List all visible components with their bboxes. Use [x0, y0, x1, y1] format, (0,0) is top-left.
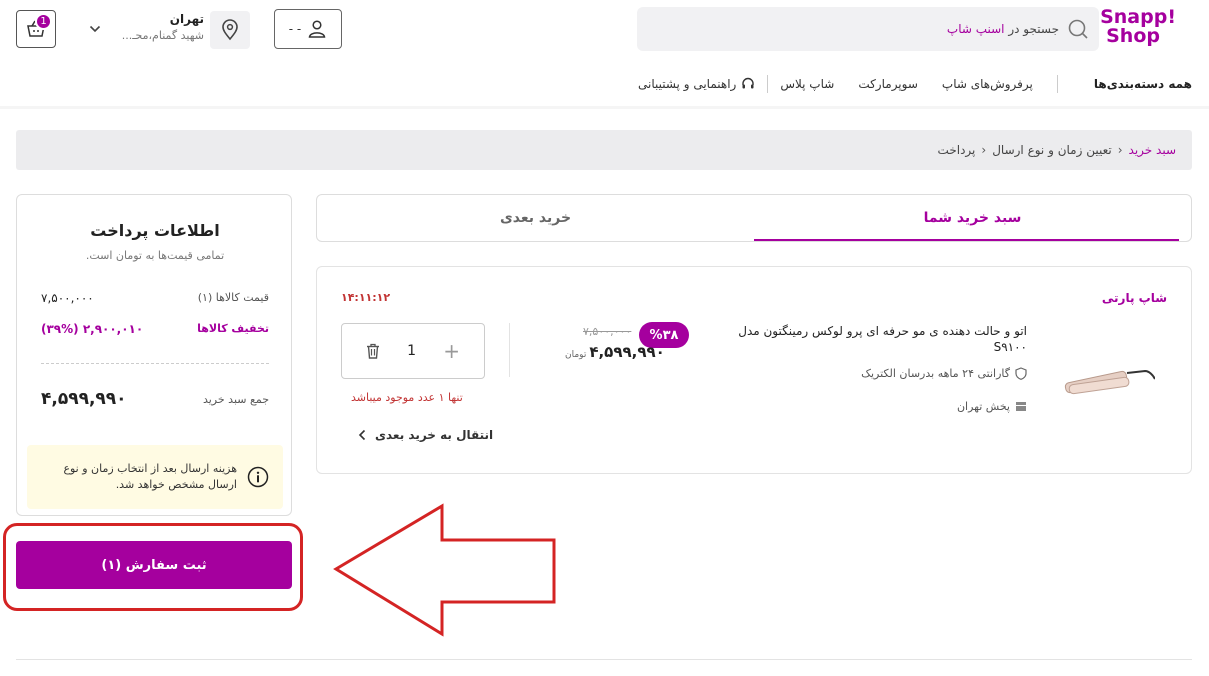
breadcrumb-cart[interactable]: سبد خرید [1129, 143, 1176, 157]
location-dropdown[interactable] [88, 22, 102, 39]
nav-support-label: راهنمایی و پشتیبانی [637, 77, 737, 91]
shipping-cost-note: هزینه ارسال بعد از انتخاب زمان و نوع ارس… [27, 445, 283, 509]
search-icon [1068, 19, 1088, 39]
chevron-down-icon [89, 25, 101, 33]
store-icon [1016, 402, 1026, 411]
snappshop-logo[interactable]: Snapp! Shop [1098, 8, 1176, 46]
discount-value: (۳۹%) ۲,۹۰۰,۰۱۰ [41, 322, 144, 336]
quantity-value: 1 [407, 343, 417, 359]
info-icon [247, 466, 269, 488]
cart-total-value: ۴,۵۹۹,۹۹۰ [41, 389, 127, 409]
annotation-highlight-box [3, 523, 303, 611]
breadcrumb-payment: پرداخت [937, 143, 976, 157]
delivery-location[interactable]: تهران شهید گمنام،محـ... [112, 12, 204, 42]
location-pin-icon [222, 19, 238, 41]
tab-buy-later[interactable]: خرید بعدی [317, 195, 754, 241]
user-icon [308, 20, 326, 38]
new-price-value: ۴,۵۹۹,۹۹۰ [589, 343, 665, 361]
items-price-row: قیمت کالاها (۱) ۷,۵۰۰,۰۰۰ [41, 291, 269, 305]
payment-info-panel: اطلاعات پرداخت تمامی قیمت‌ها به تومان اس… [16, 194, 292, 516]
quantity-stepper: 1 + [341, 323, 485, 379]
cart-item-card: شاپ پارتی ۱۴:۱۱:۱۲ اتو و حالت دهنده ی مو… [316, 266, 1192, 474]
trash-icon[interactable] [366, 343, 380, 359]
discount-row: تخفیف کالاها (۳۹%) ۲,۹۰۰,۰۱۰ [41, 322, 269, 336]
breadcrumb-shipping[interactable]: تعیین زمان و نوع ارسال [992, 143, 1112, 157]
header-divider [0, 106, 1209, 109]
stock-warning: تنها ۱ عدد موجود میباشد [351, 391, 463, 404]
items-price-label: قیمت کالاها (۱) [197, 291, 269, 304]
old-price: ۷,۵۰۰,۰۰۰ [583, 325, 632, 338]
payment-title: اطلاعات پرداخت [90, 221, 220, 240]
cart-count-badge: 1 [35, 13, 52, 30]
discount-label: تخفیف کالاها [197, 322, 269, 335]
footer-divider [16, 659, 1192, 660]
dashed-divider [41, 363, 269, 364]
user-account-button[interactable]: - - [274, 9, 342, 49]
logo-line2: Shop [1106, 25, 1160, 47]
nav-all-categories[interactable]: همه دسته‌بندی‌ها [1082, 77, 1192, 91]
search-placeholder: جستجو در اسنپ شاپ [947, 22, 1059, 36]
chevron-left-icon [358, 429, 366, 441]
shipping-text: پخش تهران [956, 400, 1010, 413]
nav-bestsellers[interactable]: پرفروش‌های شاپ [930, 77, 1045, 91]
location-button[interactable] [210, 11, 250, 49]
vertical-divider [509, 323, 510, 377]
breadcrumb-chevron-icon: ‹ [1117, 143, 1123, 157]
move-to-later-link[interactable]: انتقال به خرید بعدی [357, 428, 493, 442]
location-address: شهید گمنام،محـ... [121, 29, 204, 42]
breadcrumb: سبد خرید ‹ تعیین زمان و نوع ارسال ‹ پردا… [16, 130, 1192, 170]
nav-supermarket[interactable]: سوپرمارکت [846, 77, 930, 91]
shipping-note-text: هزینه ارسال بعد از انتخاب زمان و نوع ارس… [63, 462, 237, 491]
cart-total-row: جمع سبد خرید ۴,۵۹۹,۹۹۰ [41, 389, 269, 409]
cart-total-label: جمع سبد خرید [202, 392, 269, 406]
search-brand: اسنپ شاپ [946, 22, 1005, 36]
warranty-text: گارانتی ۲۴ ماهه بدرسان الکتریک [861, 367, 1010, 380]
headset-icon [742, 77, 755, 89]
offer-timer: ۱۴:۱۱:۱۲ [341, 291, 391, 304]
payment-subtitle: تمامی قیمت‌ها به تومان است. [85, 249, 225, 262]
nav-divider-2 [767, 75, 769, 93]
search-prefix: جستجو در [1008, 22, 1059, 36]
user-label: - - [288, 22, 302, 36]
currency-label: تومان [565, 350, 587, 360]
product-title[interactable]: اتو و حالت دهنده ی مو حرفه ای پرو لوکس ر… [737, 323, 1027, 355]
search-bar[interactable]: جستجو در اسنپ شاپ [637, 7, 1099, 51]
cart-tabs: سبد خرید شما خرید بعدی [316, 194, 1192, 242]
nav-support[interactable]: راهنمایی و پشتیبانی [626, 77, 767, 91]
shipping-info: پخش تهران [957, 400, 1027, 413]
items-price-value: ۷,۵۰۰,۰۰۰ [41, 291, 94, 305]
annotation-arrow-icon [333, 503, 556, 637]
nav-shop-plus[interactable]: شاپ پلاس [768, 77, 846, 91]
plus-icon[interactable]: + [443, 339, 460, 363]
main-nav: همه دسته‌بندی‌ها پرفروش‌های شاپ سوپرمارک… [626, 72, 1192, 96]
seller-name[interactable]: شاپ پارتی [1102, 291, 1167, 305]
tab-your-cart[interactable]: سبد خرید شما [754, 195, 1191, 241]
shield-icon [1015, 367, 1027, 380]
breadcrumb-chevron-icon: ‹ [981, 143, 987, 157]
new-price: ۴,۵۹۹,۹۹۰ تومان [565, 343, 665, 361]
location-city: تهران [169, 12, 204, 26]
nav-divider [1045, 75, 1082, 93]
product-image[interactable] [1061, 359, 1155, 399]
warranty-info: گارانتی ۲۴ ماهه بدرسان الکتریک [861, 367, 1027, 380]
move-later-label: انتقال به خرید بعدی [375, 428, 494, 442]
